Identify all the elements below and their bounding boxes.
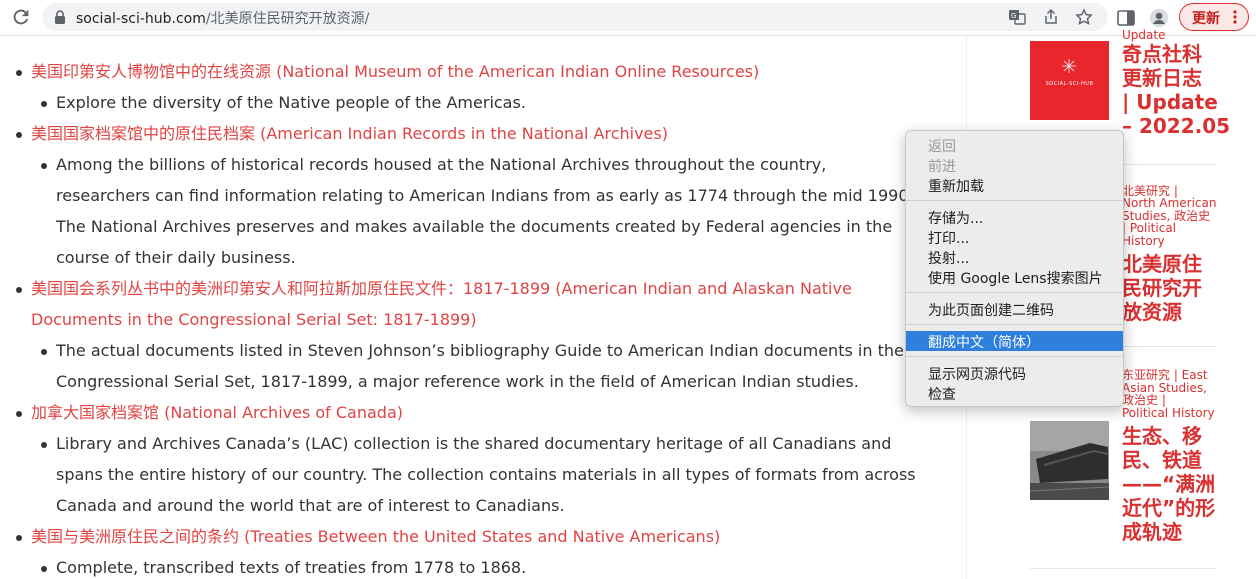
bullet-dot — [41, 566, 47, 572]
translate-icon[interactable]: G — [1008, 8, 1026, 26]
post-title[interactable]: 北美原住 — [1122, 252, 1202, 276]
bullet-dot — [41, 349, 47, 355]
menu-separator — [906, 292, 1123, 293]
menu-item-label: 前进 — [928, 159, 956, 175]
menu-separator — [906, 324, 1123, 325]
resource-link[interactable]: Documents in the Congressional Serial Se… — [31, 304, 477, 335]
menu-item-forward[interactable]: 前进 — [906, 155, 1123, 175]
side-panel-icon[interactable] — [1116, 8, 1136, 28]
post-title[interactable]: 民研究开 — [1122, 276, 1202, 300]
menu-item-reload[interactable]: 重新加载 — [906, 175, 1123, 195]
bullet-dot — [16, 411, 22, 417]
post-tag[interactable]: Political History — [1122, 407, 1215, 420]
post-tag[interactable]: | Political — [1122, 222, 1176, 235]
resource-link[interactable]: 美国国家档案馆中的原住民档案 (American Indian Records … — [31, 118, 668, 149]
thumbnail-text: SOCIAL-SCI-HUB — [1045, 81, 1094, 87]
spark-icon — [1062, 59, 1076, 73]
post-title[interactable]: 更新日志 — [1122, 66, 1202, 90]
train-photo-icon — [1030, 421, 1109, 500]
bullet-dot — [41, 163, 47, 169]
post-thumbnail[interactable] — [1030, 421, 1109, 500]
resource-list: 美国印第安人博物馆中的在线资源 (National Museum of the … — [0, 40, 966, 579]
menu-item-label: 重新加载 — [928, 179, 984, 195]
lock-icon[interactable] — [54, 10, 66, 24]
bullet-dot — [16, 132, 22, 138]
resource-desc: Congressional Serial Set, 1817-1899, a m… — [56, 372, 859, 391]
menu-separator — [906, 356, 1123, 357]
post-thumbnail[interactable]: SOCIAL-SCI-HUB — [1030, 41, 1109, 120]
resource-desc: Library and Archives Canada’s (LAC) coll… — [56, 434, 892, 453]
menu-item-google-lens[interactable]: 使用 Google Lens搜索图片 — [906, 267, 1123, 287]
post-title[interactable]: 放资源 — [1122, 300, 1182, 324]
post-title[interactable]: 奇点社科 — [1122, 42, 1202, 66]
menu-item-inspect[interactable]: 检查 — [906, 383, 1123, 403]
menu-item-back[interactable]: 返回 — [906, 135, 1123, 155]
menu-item-label: 返回 — [928, 139, 956, 155]
bullet-dot — [16, 535, 22, 541]
menu-item-label: 投射... — [928, 251, 970, 267]
menu-item-label: 打印... — [928, 231, 970, 247]
browser-toolbar: social-sci-hub.com/北美原住民研究开放资源/ G 更新 — [0, 0, 1256, 36]
bullet-dot — [41, 442, 47, 448]
svg-text:G: G — [1011, 12, 1016, 20]
more-menu-icon[interactable] — [1232, 10, 1238, 24]
resource-link[interactable]: 美国与美洲原住民之间的条约 (Treaties Between the Unit… — [31, 521, 720, 552]
post-title[interactable]: | Update — [1122, 90, 1218, 114]
post-title[interactable]: ——“满洲 — [1122, 472, 1215, 496]
post-tag[interactable]: North American — [1122, 197, 1216, 210]
resource-desc: Among the billions of historical records… — [56, 155, 827, 174]
menu-separator — [906, 200, 1123, 201]
url-domain: social-sci-hub.com — [76, 11, 206, 27]
menu-item-label: 使用 Google Lens搜索图片 — [928, 271, 1103, 287]
resource-desc: researchers can find information relatin… — [56, 186, 922, 205]
bullet-dot — [41, 101, 47, 107]
menu-item-print[interactable]: 打印... — [906, 227, 1123, 247]
menu-item-label: 显示网页源代码 — [928, 367, 1026, 383]
menu-item-label: 翻成中文（简体） — [928, 335, 1040, 351]
post-title[interactable]: 生态、移 — [1122, 424, 1202, 448]
resource-desc: The National Archives preserves and make… — [56, 217, 893, 236]
context-menu: 返回 前进 重新加载 存储为... 打印... 投射... 使用 Google … — [905, 130, 1124, 407]
post-title[interactable]: 近代”的形 — [1122, 496, 1215, 520]
post-tag[interactable]: History — [1122, 235, 1165, 248]
resource-desc: Canada and around the world that are of … — [56, 496, 565, 515]
address-bar[interactable]: social-sci-hub.com/北美原住民研究开放资源/ G — [42, 3, 1108, 31]
resource-link[interactable]: 美国印第安人博物馆中的在线资源 (National Museum of the … — [31, 56, 759, 87]
profile-avatar-icon[interactable] — [1149, 8, 1169, 28]
url-text[interactable]: social-sci-hub.com/北美原住民研究开放资源/ — [76, 8, 369, 28]
bullet-dot — [16, 70, 22, 76]
resource-desc: Complete, transcribed texts of treaties … — [56, 558, 527, 577]
update-button[interactable]: 更新 — [1179, 3, 1249, 31]
reload-icon[interactable] — [10, 6, 32, 28]
menu-item-label: 存储为... — [928, 211, 984, 227]
bookmark-star-icon[interactable] — [1075, 8, 1093, 26]
resource-desc: Explore the diversity of the Native peop… — [56, 93, 526, 112]
menu-item-label: 为此页面创建二维码 — [928, 303, 1054, 319]
resource-desc: spans the entire history of our country.… — [56, 465, 916, 484]
post-tag[interactable]: 政治史 | — [1122, 394, 1166, 407]
post-tag[interactable]: 东亚研究 | East — [1122, 369, 1208, 382]
resource-desc: The actual documents listed in Steven Jo… — [56, 341, 904, 360]
menu-item-view-source[interactable]: 显示网页源代码 — [906, 363, 1123, 383]
resource-link[interactable]: 美国国会系列丛书中的美洲印第安人和阿拉斯加原住民文件：1817-1899 (Am… — [31, 273, 852, 304]
post-title[interactable]: 民、铁道 — [1122, 448, 1202, 472]
resource-link[interactable]: 加拿大国家档案馆 (National Archives of Canada) — [31, 397, 403, 428]
menu-item-translate[interactable]: 翻成中文（简体） — [906, 331, 1123, 351]
resource-desc: course of their daily business. — [56, 248, 296, 267]
menu-item-qr-code[interactable]: 为此页面创建二维码 — [906, 299, 1123, 319]
post-title[interactable]: 成轨迹 — [1122, 520, 1182, 544]
bullet-dot — [16, 287, 22, 293]
post-divider — [1030, 568, 1216, 569]
menu-item-cast[interactable]: 投射... — [906, 247, 1123, 267]
update-button-label: 更新 — [1192, 11, 1220, 27]
menu-item-label: 检查 — [928, 387, 956, 403]
post-title[interactable]: – 2022.05 — [1122, 114, 1230, 138]
post-tag[interactable]: Update — [1122, 29, 1165, 42]
menu-item-save-as[interactable]: 存储为... — [906, 207, 1123, 227]
share-icon[interactable] — [1042, 8, 1060, 26]
url-path: /北美原住民研究开放资源/ — [205, 11, 370, 27]
